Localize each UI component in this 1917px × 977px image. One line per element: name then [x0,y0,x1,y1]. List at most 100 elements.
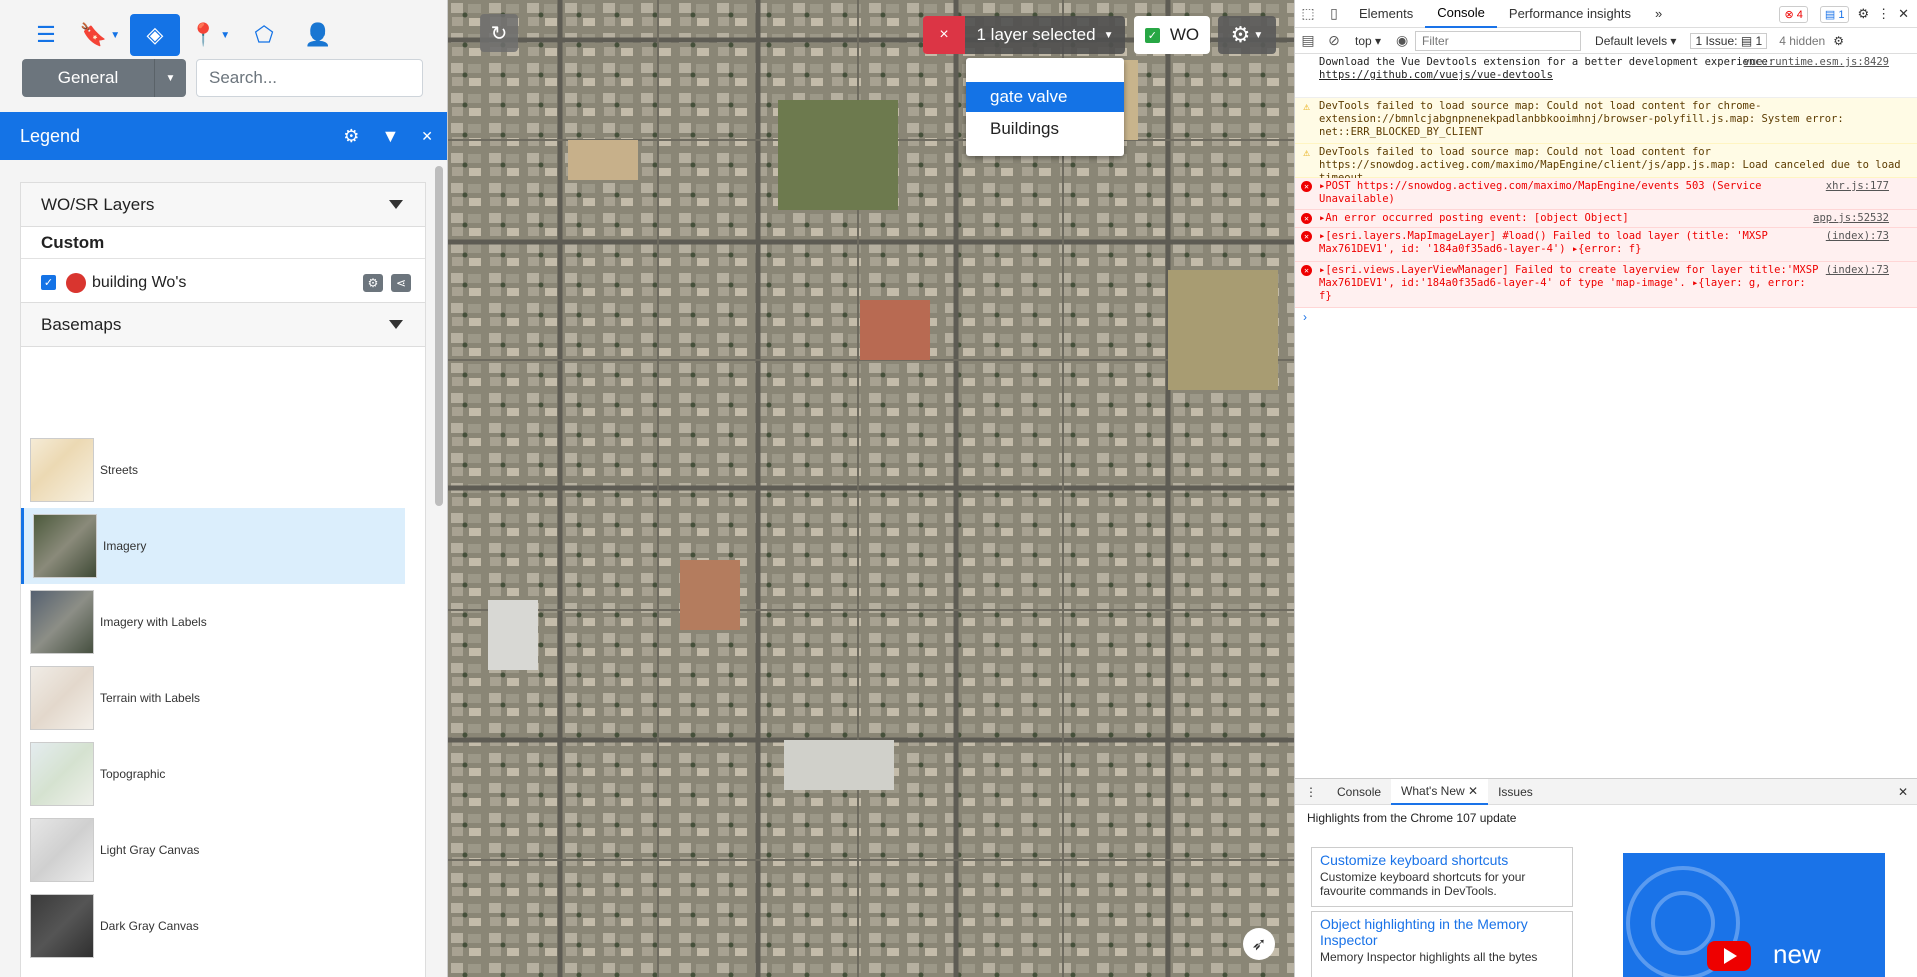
close-drawer-icon[interactable]: ✕ [1898,785,1917,799]
compass-icon[interactable]: ➶ [1243,928,1275,960]
whats-new-card[interactable]: Customize keyboard shortcuts Customize k… [1311,847,1573,907]
close-icon[interactable]: ✕ [421,128,433,145]
legend-title: Legend [20,125,81,146]
basemap-dark-gray[interactable]: Dark Gray Canvas [21,888,405,964]
more-vert-icon[interactable]: ⋮ [1295,779,1327,805]
basemap-streets[interactable]: Streets [21,432,405,508]
tab-elements[interactable]: Elements [1347,0,1425,28]
search-input[interactable] [196,59,423,97]
eye-icon[interactable]: ◉ [1389,27,1415,55]
console-message: Download the Vue Devtools extension for … [1295,54,1917,98]
basemap-label: Light Gray Canvas [100,843,200,857]
sidebar-toggle-icon[interactable]: ▤ [1295,27,1321,55]
issues-button[interactable]: 1 Issue: ▤ 1 [1690,32,1768,49]
log-source[interactable]: (index):73 [1826,230,1889,243]
log-source[interactable]: vue.runtime.esm.js:8429 [1744,56,1889,69]
log-levels-select[interactable]: Default levels ▾ [1595,34,1676,48]
log-source[interactable]: app.js:52532 [1813,212,1889,225]
polygon-button[interactable]: ⬠ [240,14,288,56]
bookmark-button[interactable]: 🔖 ▼ [76,14,124,56]
list-button[interactable]: ☰ [22,14,70,56]
drawer-tab-whats-new-label: What's New [1401,783,1465,798]
legend-header: Legend ⚙ ▼ ✕ [0,112,447,160]
basemap-thumbnail [30,818,94,882]
gear-icon[interactable]: ⚙ [1833,34,1844,48]
console-filter-input[interactable] [1415,30,1582,51]
chevron-down-icon: ▼ [1103,29,1114,41]
inspect-icon[interactable]: ⬚ [1295,0,1321,28]
devtools-tabbar: ⬚ ▯ Elements Console Performance insight… [1295,0,1917,28]
log-source[interactable]: (index):73 [1826,264,1889,277]
gear-icon[interactable]: ⚙ [1857,6,1869,22]
basemap-label: Topographic [100,767,166,781]
log-levels-label: Default levels [1595,33,1668,48]
log-text: Download the Vue Devtools extension for … [1319,56,1775,68]
general-dropdown[interactable]: General ▼ [22,59,186,97]
share-icon[interactable]: ⋖ [391,274,411,292]
basemap-imagery[interactable]: Imagery [21,508,405,584]
tab-performance-insights[interactable]: Performance insights [1497,0,1643,28]
clear-console-icon[interactable]: ⊘ [1321,27,1347,55]
whats-new-card-title[interactable]: Object highlighting in the Memory Inspec… [1320,916,1564,948]
basemap-thumbnail [30,590,94,654]
location-button[interactable]: 📍 ▼ [186,14,234,56]
basemap-topographic[interactable]: Topographic [21,736,405,812]
layers-button[interactable]: ◈ [130,14,180,56]
map-view[interactable]: ↻ × 1 layer selected ▼ gate valve Buildi… [448,0,1294,977]
layer-checkbox[interactable]: ✓ [41,275,56,290]
chevron-down-icon[interactable]: ▼ [154,59,186,97]
console-error: ✕ ▸An error occurred posting event: [obj… [1295,210,1917,228]
close-icon[interactable]: ✕ [1898,6,1909,22]
basemaps-header[interactable]: Basemaps [21,303,425,347]
tab-more[interactable]: » [1643,0,1674,28]
polygon-icon: ⬠ [254,22,274,47]
close-icon[interactable]: ✕ [1468,784,1478,798]
drawer-tab-whats-new[interactable]: What's New ✕ [1391,778,1489,805]
tab-console[interactable]: Console [1425,0,1497,28]
drawer-tab-console[interactable]: Console [1327,779,1391,805]
scrollbar[interactable] [435,166,443,506]
gear-icon[interactable]: ⚙ [343,126,359,147]
layer-selector-label: 1 layer selected [976,25,1096,44]
warning-icon: ⚠ [1303,146,1310,159]
error-count-badge[interactable]: ⊗ 4 [1779,5,1808,23]
gear-icon[interactable]: ⚙ [363,274,383,292]
whats-new-heading: Highlights from the Chrome 107 update [1307,811,1517,825]
dropdown-option-buildings[interactable]: Buildings [966,114,1124,144]
clear-selection-button[interactable]: × [923,16,965,54]
legend-scroll-area: WO/SR Layers Custom ✓ building Wo's ⚙ ⋖ … [0,160,447,977]
wo-toggle-button[interactable]: ✓ WO [1134,16,1210,54]
drawer-tab-issues[interactable]: Issues [1488,779,1543,805]
wosr-layers-header[interactable]: WO/SR Layers [21,183,425,227]
log-source[interactable]: xhr.js:177 [1826,180,1889,193]
refresh-button[interactable]: ↻ [480,14,518,52]
dropdown-option-gate-valve[interactable]: gate valve [966,82,1124,112]
refresh-icon: ↻ [490,22,508,45]
basemap-terrain-labels[interactable]: Terrain with Labels [21,660,405,736]
console-warning: ⚠ DevTools failed to load source map: Co… [1295,98,1917,144]
basemap-label: Imagery [103,539,147,553]
gear-icon: ⚙ [1230,22,1251,47]
basemap-imagery-labels[interactable]: Imagery with Labels [21,584,405,660]
message-count: 1 [1838,8,1845,21]
whats-new-card[interactable]: Object highlighting in the Memory Inspec… [1311,911,1573,977]
whats-new-card-title[interactable]: Customize keyboard shortcuts [1320,852,1564,868]
imagery-map[interactable] [448,0,1294,977]
map-settings-button[interactable]: ⚙ ▼ [1218,16,1276,54]
log-link[interactable]: https://github.com/vuejs/vue-devtools [1319,69,1553,81]
message-count-badge[interactable]: ▤ 1 [1819,5,1850,23]
basemap-light-gray[interactable]: Light Gray Canvas [21,812,405,888]
console-prompt[interactable]: › [1295,308,1917,326]
more-vert-icon[interactable]: ⋮ [1877,6,1890,22]
context-select[interactable]: top ▾ [1355,34,1381,48]
basemap-label: Terrain with Labels [100,691,201,705]
device-toolbar-icon[interactable]: ▯ [1321,0,1347,28]
user-button[interactable]: 👤 [294,14,342,56]
filter-icon[interactable]: ▼ [381,126,399,147]
whats-new-video-thumbnail[interactable]: new [1623,853,1885,977]
error-count: 4 [1796,8,1803,21]
bookmark-icon: 🔖 [79,22,108,47]
error-icon: ✕ [1301,231,1312,242]
layer-selector-dropdown[interactable]: 1 layer selected ▼ [965,16,1125,54]
video-label: new [1773,939,1821,969]
